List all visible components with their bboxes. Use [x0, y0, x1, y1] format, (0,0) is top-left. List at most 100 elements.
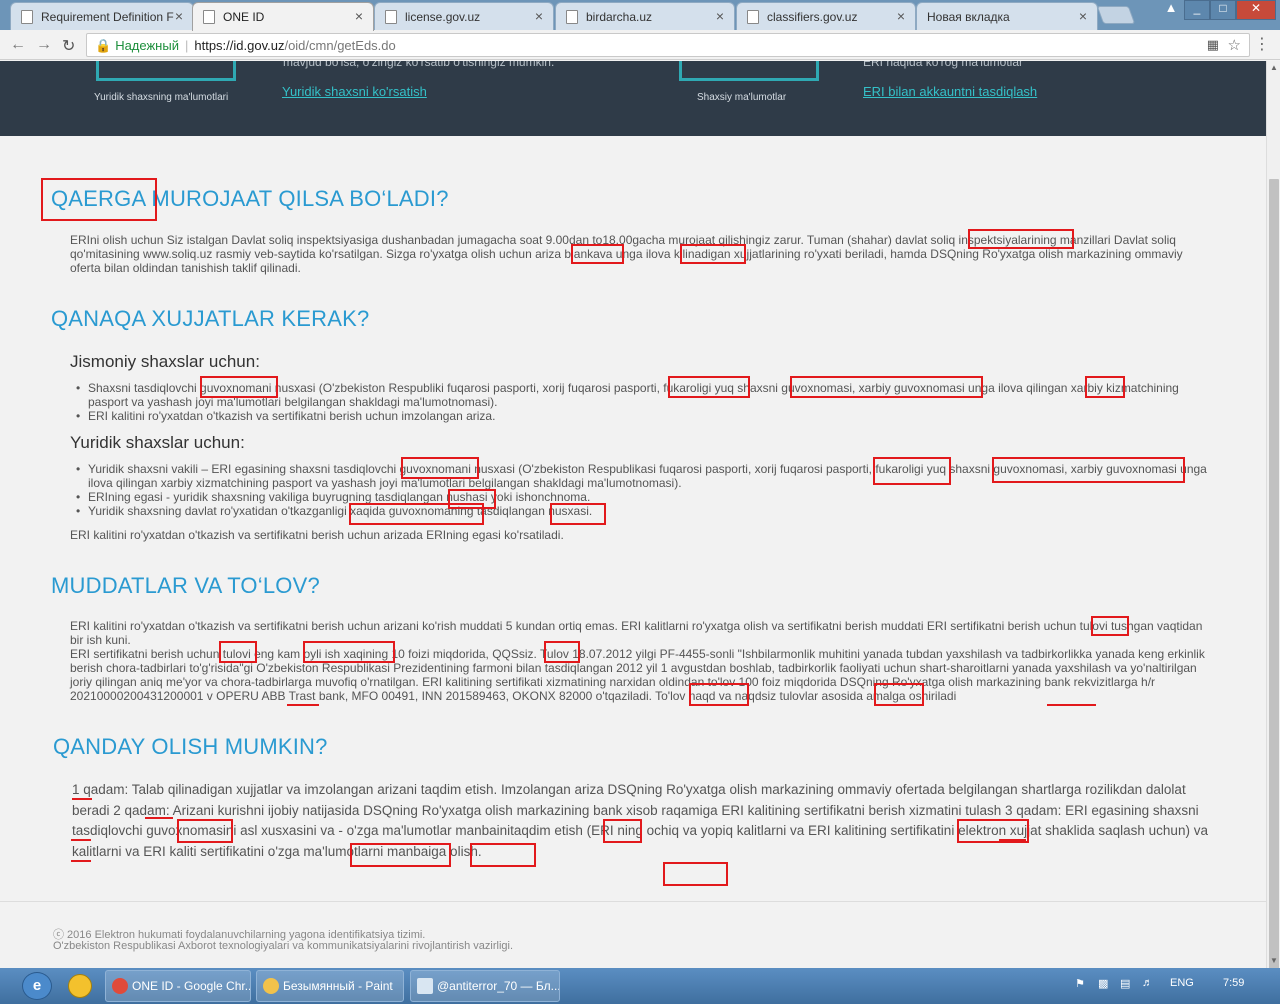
- chrome-icon: [112, 978, 128, 994]
- close-icon[interactable]: ×: [535, 8, 543, 24]
- app-pinned-icon[interactable]: [68, 974, 92, 998]
- tab-new[interactable]: Новая вкладка ×: [916, 2, 1098, 30]
- how-steps-text: 1 qadam: Talab qilinadigan xujjatlar va …: [72, 782, 1208, 859]
- taskbar-item-chrome[interactable]: ONE ID - Google Chr...: [105, 970, 251, 1002]
- url-host: https://id.gov.uz: [194, 38, 285, 53]
- close-icon[interactable]: ×: [1079, 8, 1087, 24]
- annotation-box: [550, 503, 606, 525]
- annotation-underline: [999, 839, 1026, 841]
- secure-label: Надежный: [115, 38, 179, 53]
- page-viewport: Yuridik shaxsning ma'lumotlari mavjud bo…: [0, 61, 1266, 968]
- minimize-button[interactable]: _: [1184, 0, 1210, 20]
- monitor-illustration-icon: [679, 61, 819, 81]
- taskbar-item-notepad[interactable]: @antiterror_70 — Бл...: [410, 970, 560, 1002]
- tab-label: license.gov.uz: [405, 10, 481, 24]
- taskbar-item-label: Безымянный - Paint: [283, 979, 393, 993]
- close-icon[interactable]: ×: [175, 8, 183, 24]
- section-title-terms: MUDDATLAR VA TO‘LOV?: [51, 573, 320, 598]
- close-icon[interactable]: ×: [716, 8, 724, 24]
- page-scrollbar[interactable]: ▲ ▼: [1266, 61, 1280, 1004]
- annotation-box: [200, 376, 278, 398]
- clock[interactable]: 7:59: [1223, 977, 1244, 989]
- scrollbar-thumb[interactable]: [1269, 179, 1279, 1004]
- annotation-box: [603, 819, 642, 843]
- volume-icon[interactable]: ♬: [1142, 977, 1153, 989]
- annotation-box: [571, 244, 624, 264]
- back-arrow-icon[interactable]: ←: [10, 36, 26, 54]
- language-indicator[interactable]: ENG: [1170, 977, 1194, 989]
- document-icon: [566, 10, 578, 24]
- annotation-box: [219, 641, 257, 663]
- tab-requirement-definition[interactable]: Requirement Definition F ×: [10, 2, 194, 30]
- annotation-underline: [71, 839, 91, 841]
- tab-strip: Requirement Definition F × ONE ID × lice…: [0, 0, 1280, 31]
- tab-classifiers[interactable]: classifiers.gov.uz ×: [736, 2, 916, 30]
- annotation-box: [874, 683, 924, 706]
- address-bar[interactable]: 🔒 Надежный | https://id.gov.uz/oid/cmn/getE…: [86, 33, 1250, 57]
- annotation-box: [470, 843, 536, 867]
- list-item: ERI kalitini ro'yxatdan o'tkazish va ser…: [76, 409, 1213, 423]
- scroll-up-arrow-icon[interactable]: ▲: [1267, 61, 1280, 75]
- annotation-box: [689, 683, 749, 706]
- docs-note: ERI kalitini ro'yxatdan o'tkazish va ser…: [70, 528, 564, 542]
- paint-icon: [263, 978, 279, 994]
- document-icon: [747, 10, 759, 24]
- annotation-box: [1085, 376, 1125, 398]
- annotation-box: [401, 457, 479, 479]
- browser-toolbar: ← → ↻ 🔒 Надежный | https://id.gov.uz/oid/cm…: [0, 30, 1280, 60]
- taskbar-item-paint[interactable]: Безымянный - Paint: [256, 970, 404, 1002]
- info-band: Yuridik shaxsning ma'lumotlari mavjud bo…: [0, 61, 1266, 136]
- lock-icon: 🔒: [95, 38, 112, 53]
- translate-icon[interactable]: ▦: [1207, 37, 1219, 53]
- url-path: /oid/cmn/getEds.do: [284, 38, 396, 53]
- annotation-box: [303, 641, 395, 663]
- user-icon[interactable]: ▲: [1160, 0, 1182, 20]
- document-icon: [385, 10, 397, 24]
- annotation-box: [1091, 616, 1129, 636]
- forward-arrow-icon[interactable]: →: [36, 36, 52, 54]
- tab-birdarcha[interactable]: birdarcha.uz ×: [555, 2, 735, 30]
- tab-label: birdarcha.uz: [586, 10, 653, 24]
- taskbar-item-label: @antiterror_70 — Бл...: [437, 979, 560, 993]
- tab-label: classifiers.gov.uz: [767, 10, 858, 24]
- annotation-box: [992, 457, 1185, 483]
- link-confirm-account[interactable]: ERI bilan akkauntni tasdiqlash: [863, 84, 1037, 99]
- reload-icon[interactable]: ↻: [62, 36, 75, 56]
- close-window-button[interactable]: ✕: [1236, 0, 1276, 20]
- annotation-box: [873, 457, 951, 485]
- maximize-button[interactable]: □: [1210, 0, 1236, 20]
- annotation-underline: [145, 817, 173, 819]
- annotation-box: [968, 229, 1074, 249]
- band-left-caption: Yuridik shaxsning ma'lumotlari: [94, 92, 229, 103]
- annotation-box: [663, 862, 728, 886]
- close-icon[interactable]: ×: [897, 8, 905, 24]
- annotation-box: [350, 843, 451, 867]
- building-illustration-icon: [96, 61, 236, 81]
- annotation-underline: [1047, 704, 1096, 706]
- windows-taskbar: e ONE ID - Google Chr... Безымянный - Pa…: [0, 968, 1280, 1004]
- network-icon[interactable]: ▤: [1120, 977, 1130, 990]
- menu-icon[interactable]: ⋮: [1254, 34, 1270, 54]
- tab-license[interactable]: license.gov.uz ×: [374, 2, 554, 30]
- start-icon[interactable]: e: [22, 972, 52, 1000]
- section-title-how: QANDAY OLISH MUMKIN?: [53, 734, 328, 759]
- subtitle-physical: Jismoniy shaxslar uchun:: [70, 352, 260, 371]
- tab-label: Requirement Definition F: [41, 10, 174, 24]
- band-right-text: ERI haqida ko'rog ma'lumotlar: [863, 61, 1023, 69]
- new-tab-button[interactable]: [1096, 6, 1136, 24]
- tab-one-id[interactable]: ONE ID ×: [192, 2, 374, 31]
- page-footer: ⓒ 2016 Elektron hukumati foydalanuvchila…: [0, 901, 1266, 968]
- band-right-caption: Shaxsiy ma'lumotlar: [697, 92, 787, 103]
- flag-icon[interactable]: ⚑: [1075, 977, 1085, 990]
- scroll-down-arrow-icon[interactable]: ▼: [1267, 954, 1280, 968]
- section-title-docs: QANAQA XUJJATLAR KERAK?: [51, 306, 370, 331]
- annotation-underline: [72, 798, 92, 800]
- wifi-icon[interactable]: ▩: [1098, 977, 1108, 990]
- annotation-box: [680, 244, 746, 264]
- link-show-legal-entity[interactable]: Yuridik shaxsni ko'rsatish: [282, 84, 427, 99]
- annotation-box: [544, 641, 580, 663]
- list-item: Yuridik shaxsning davlat ro'yxatidan o't…: [76, 504, 1213, 518]
- document-icon: [21, 10, 33, 24]
- close-icon[interactable]: ×: [355, 8, 363, 24]
- bookmark-star-icon[interactable]: ☆: [1228, 36, 1241, 54]
